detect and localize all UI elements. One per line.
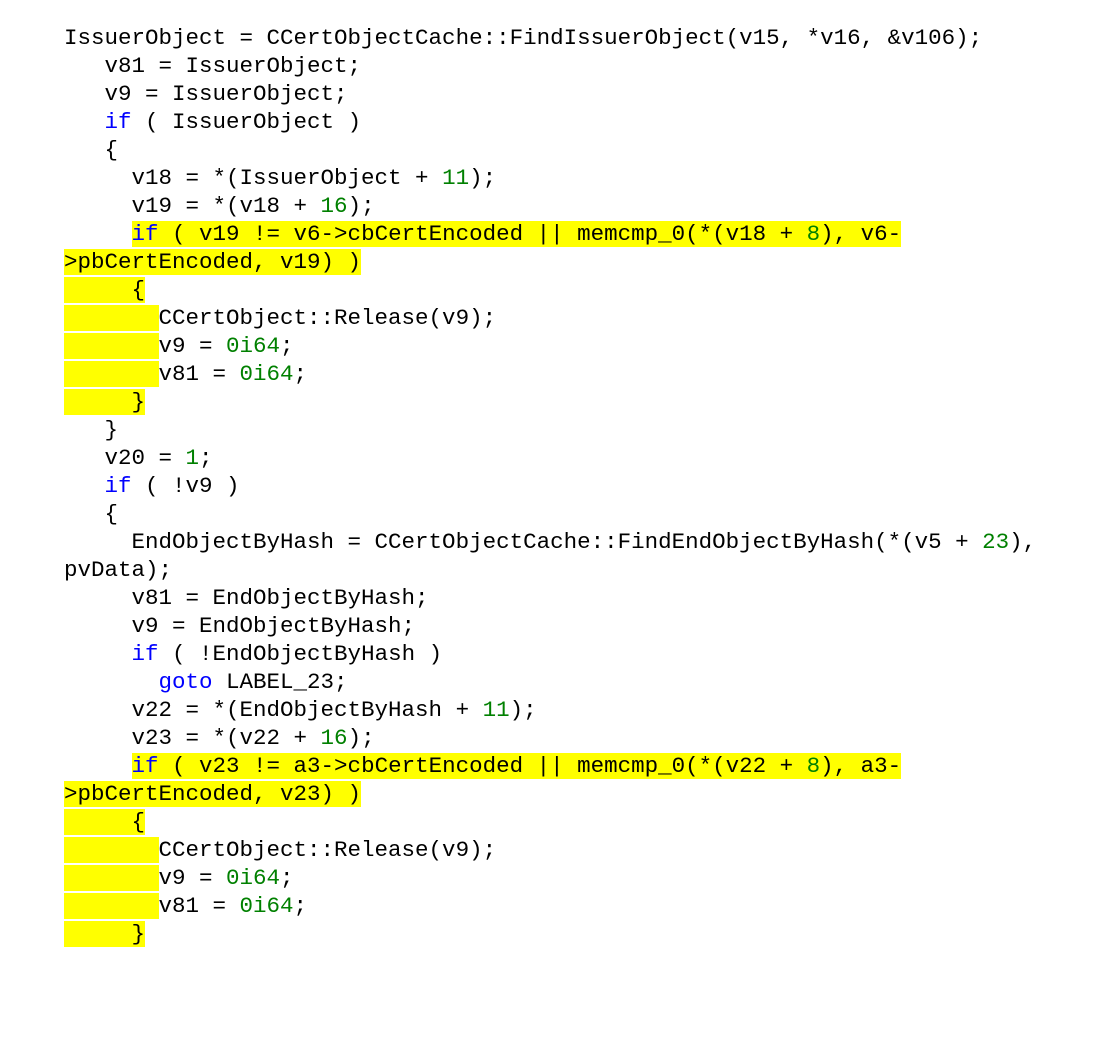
code-token: ( v19 != v6->cbCertEncoded || memcmp_0(*… xyxy=(159,221,807,247)
code-token xyxy=(64,865,159,891)
code-token: 16 xyxy=(321,193,348,219)
code-token xyxy=(64,361,159,387)
code-token: 11 xyxy=(442,165,469,191)
code-token xyxy=(64,893,159,919)
code-token: if xyxy=(105,473,132,499)
code-token: goto xyxy=(159,669,213,695)
code-token xyxy=(64,305,159,331)
code-token: { xyxy=(64,809,145,835)
code-page: IssuerObject = CCertObjectCache::FindIss… xyxy=(0,0,1118,1040)
code-token xyxy=(64,333,159,359)
code-token: 8 xyxy=(807,221,821,247)
code-token xyxy=(64,837,159,863)
code-token: if xyxy=(132,641,159,667)
code-token: 1 xyxy=(186,445,200,471)
code-token: 11 xyxy=(483,697,510,723)
code-token: 0i64 xyxy=(240,893,294,919)
code-token: 23 xyxy=(982,529,1009,555)
code-token: 0i64 xyxy=(226,333,280,359)
code-token: if xyxy=(132,753,159,779)
code-token: } xyxy=(64,389,145,415)
code-token: ( v23 != a3->cbCertEncoded || memcmp_0(*… xyxy=(159,753,807,779)
code-token: 8 xyxy=(807,753,821,779)
code-token: if xyxy=(132,221,159,247)
code-token: if xyxy=(105,109,132,135)
code-token: 16 xyxy=(321,725,348,751)
code-token: 0i64 xyxy=(226,865,280,891)
code-token: 0i64 xyxy=(240,361,294,387)
code-token: { xyxy=(64,277,145,303)
code-token: } xyxy=(64,921,145,947)
code-block: IssuerObject = CCertObjectCache::FindIss… xyxy=(0,24,1118,948)
